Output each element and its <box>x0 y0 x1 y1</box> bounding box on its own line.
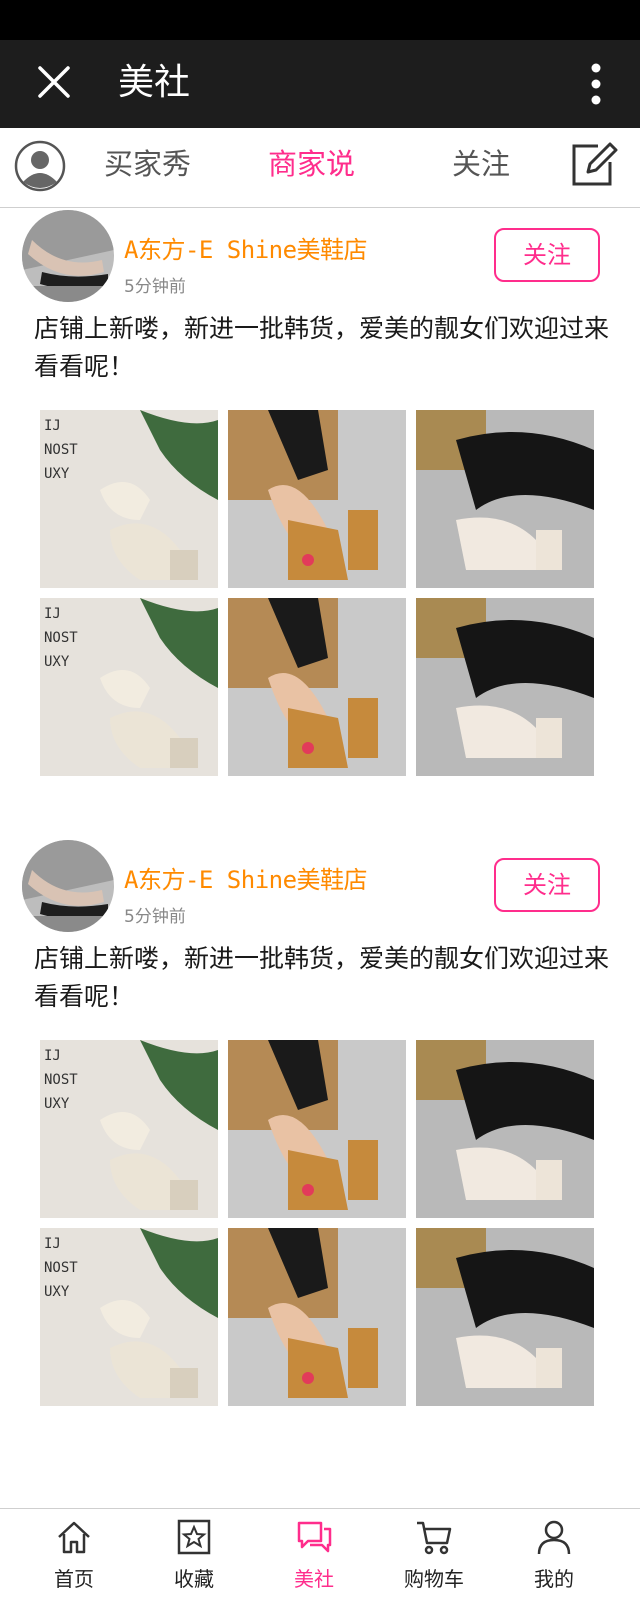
svg-text:IJ: IJ <box>44 418 61 434</box>
product-image[interactable] <box>416 1228 594 1406</box>
person-icon <box>536 1519 572 1555</box>
nav-community-label: 美社 <box>294 1567 334 1591</box>
page-title: 美社 <box>118 62 191 103</box>
svg-text:NOST: NOST <box>44 442 78 458</box>
product-image[interactable]: IJ NOST UXY <box>40 1228 218 1406</box>
close-icon[interactable] <box>34 62 74 102</box>
post-image-grid: IJ NOST UXY IJ NOST UXY <box>40 1040 604 1406</box>
tab-follow[interactable]: 关注 <box>452 142 510 186</box>
svg-text:UXY: UXY <box>44 466 70 482</box>
tab-buyer-show[interactable]: 买家秀 <box>104 142 191 186</box>
nav-favorites-label: 收藏 <box>174 1567 214 1591</box>
product-image[interactable] <box>416 598 594 776</box>
post-content: 店铺上新喽，新进一批韩货，爱美的靓女们欢迎过来看看呢！ <box>34 944 610 1011</box>
star-icon <box>176 1519 212 1555</box>
svg-text:NOST: NOST <box>44 630 78 646</box>
product-image[interactable]: IJ NOST UXY <box>40 598 218 776</box>
product-image[interactable]: IJ NOST UXY <box>40 1040 218 1218</box>
tab-merchant-say[interactable]: 商家说 <box>268 142 355 186</box>
svg-text:UXY: UXY <box>44 654 70 670</box>
nav-favorites[interactable]: 收藏 <box>130 1509 258 1600</box>
nav-me[interactable]: 我的 <box>490 1509 618 1600</box>
shop-avatar[interactable] <box>22 840 114 932</box>
product-image[interactable] <box>416 1040 594 1218</box>
nav-cart-label: 购物车 <box>404 1567 464 1591</box>
svg-text:UXY: UXY <box>44 1096 70 1112</box>
post-time: 5分钟前 <box>124 277 186 297</box>
nav-home[interactable]: 首页 <box>10 1509 138 1600</box>
edit-icon[interactable] <box>568 140 618 190</box>
nav-cart[interactable]: 购物车 <box>370 1509 498 1600</box>
follow-button[interactable]: 关注 <box>494 858 600 912</box>
product-image[interactable] <box>416 410 594 588</box>
svg-text:NOST: NOST <box>44 1072 78 1088</box>
nav-me-label: 我的 <box>534 1567 574 1591</box>
chat-icon <box>296 1519 332 1555</box>
post-card: A东方-E Shine美鞋店 5分钟前 关注 店铺上新喽，新进一批韩货，爱美的靓… <box>0 840 640 1410</box>
svg-text:NOST: NOST <box>44 1260 78 1276</box>
svg-text:IJ: IJ <box>44 1048 61 1064</box>
svg-text:IJ: IJ <box>44 606 61 622</box>
post-card: A东方-E Shine美鞋店 5分钟前 关注 店铺上新喽，新进一批韩货，爱美的靓… <box>0 210 640 780</box>
product-image[interactable] <box>228 1228 406 1406</box>
nav-home-label: 首页 <box>54 1567 94 1591</box>
svg-text:IJ: IJ <box>44 1236 61 1252</box>
post-content: 店铺上新喽，新进一批韩货，爱美的靓女们欢迎过来看看呢！ <box>34 314 610 381</box>
product-image[interactable] <box>228 598 406 776</box>
shop-avatar[interactable] <box>22 210 114 302</box>
cart-icon <box>416 1519 452 1555</box>
product-image[interactable]: IJ NOST UXY <box>40 410 218 588</box>
product-image[interactable] <box>228 1040 406 1218</box>
bottom-nav: 首页 收藏 美社 购物车 我的 <box>0 1508 640 1600</box>
status-bar <box>0 0 640 40</box>
titlebar: 美社 <box>0 40 640 128</box>
community-tabbar: 买家秀 商家说 关注 <box>0 128 640 208</box>
post-image-grid: IJ NOST UXY IJ NOST UXY <box>40 410 604 776</box>
more-vertical-icon[interactable] <box>590 62 602 106</box>
follow-button[interactable]: 关注 <box>494 228 600 282</box>
nav-community[interactable]: 美社 <box>250 1509 378 1600</box>
product-image[interactable] <box>228 410 406 588</box>
shop-name[interactable]: A东方-E Shine美鞋店 <box>124 860 368 895</box>
shop-name[interactable]: A东方-E Shine美鞋店 <box>124 230 368 265</box>
user-avatar-icon[interactable] <box>14 140 66 192</box>
post-time: 5分钟前 <box>124 907 186 927</box>
svg-text:UXY: UXY <box>44 1284 70 1300</box>
home-icon <box>56 1519 92 1555</box>
